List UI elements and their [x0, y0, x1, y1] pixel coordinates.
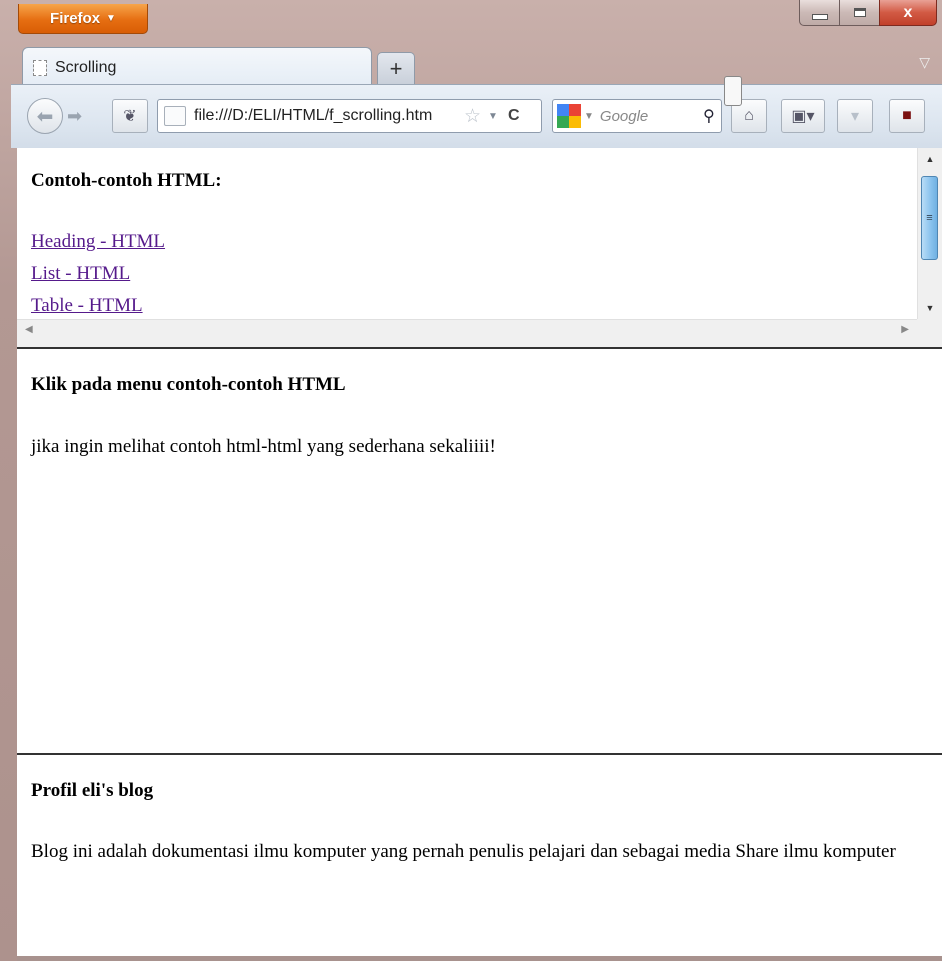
- downloads-icon: ▾: [850, 108, 860, 125]
- search-icon[interactable]: ⚲: [703, 106, 715, 126]
- frame-bottom: Profil eli's blog Blog ini adalah dokume…: [17, 755, 942, 956]
- downloads-button[interactable]: ▾: [837, 99, 873, 133]
- scrollbar-corner: [917, 319, 942, 347]
- link-table-html[interactable]: Table - HTML: [31, 295, 143, 317]
- search-engine-dropdown-icon[interactable]: ▼: [584, 111, 594, 122]
- frameset: Contoh-contoh HTML: Heading - HTML List …: [17, 148, 942, 956]
- tooltip-handle: [724, 76, 742, 106]
- frame-top-content: Contoh-contoh HTML: Heading - HTML List …: [17, 148, 917, 319]
- minimize-icon: [811, 13, 828, 20]
- frame-bottom-heading: Profil eli's blog: [31, 780, 154, 801]
- horizontal-scrollbar[interactable]: ◀ ▶: [17, 319, 917, 347]
- close-button[interactable]: x: [879, 0, 937, 26]
- back-icon: ⬅: [36, 105, 54, 128]
- title-bar: Firefox ▼ x: [0, 0, 942, 42]
- vertical-scrollbar[interactable]: ▲ ≡ ▼: [917, 148, 942, 319]
- forward-icon[interactable]: ➡: [67, 106, 82, 127]
- reload-icon[interactable]: C: [508, 107, 520, 125]
- identity-icon: ❦: [123, 108, 137, 125]
- back-button[interactable]: ⬅: [27, 98, 63, 134]
- tab-title: Scrolling: [55, 59, 117, 76]
- url-bar[interactable]: file:///D:/ELI/HTML/f_scrolling.htm ☆ ▼ …: [157, 99, 542, 133]
- bookmarks-icon: ▣▾: [791, 108, 815, 125]
- chevron-down-icon: ▼: [106, 13, 116, 24]
- vertical-scroll-thumb[interactable]: ≡: [921, 176, 938, 260]
- close-icon: x: [903, 3, 913, 21]
- firefox-menu-label: Firefox: [50, 10, 101, 27]
- search-input[interactable]: Google: [600, 108, 703, 125]
- list-all-tabs-icon[interactable]: ▽: [919, 54, 930, 71]
- firefox-menu-button[interactable]: Firefox ▼: [18, 4, 148, 34]
- minimize-button[interactable]: [799, 0, 839, 26]
- browser-window: Firefox ▼ x Scrolling + ▽ ⬅ ➡ ❦ file:///…: [0, 0, 942, 961]
- url-text: file:///D:/ELI/HTML/f_scrolling.htm: [194, 107, 433, 124]
- window-bottom-border: [17, 956, 942, 961]
- home-icon: ⌂: [744, 107, 754, 124]
- addon-button[interactable]: ■: [889, 99, 925, 133]
- frame-middle: Klik pada menu contoh-contoh HTML jika i…: [17, 349, 942, 755]
- scroll-left-icon[interactable]: ◀: [25, 324, 33, 335]
- frame-bottom-text: Blog ini adalah dokumentasi ilmu kompute…: [31, 841, 896, 862]
- tab-bar: Scrolling + ▽: [0, 42, 942, 88]
- site-identity-icon: [164, 106, 186, 126]
- frame-top-heading: Contoh-contoh HTML:: [31, 170, 222, 191]
- window-controls: x: [799, 0, 937, 30]
- scroll-down-icon[interactable]: ▼: [918, 299, 942, 317]
- history-dropdown-icon[interactable]: ▼: [488, 111, 498, 122]
- bookmark-star-icon[interactable]: ☆: [464, 105, 481, 128]
- maximize-icon: [853, 8, 866, 17]
- bookmarks-button[interactable]: ▣▾: [781, 99, 825, 133]
- frame-middle-text: jika ingin melihat contoh html-html yang…: [31, 436, 496, 457]
- frame-middle-heading: Klik pada menu contoh-contoh HTML: [31, 374, 346, 395]
- link-heading-html[interactable]: Heading - HTML: [31, 231, 165, 253]
- maximize-button[interactable]: [839, 0, 879, 26]
- scroll-right-icon[interactable]: ▶: [901, 324, 909, 335]
- search-bar[interactable]: ▼ Google ⚲: [552, 99, 722, 133]
- back-forward-group: ⬅ ➡: [27, 98, 109, 134]
- tab-scrolling[interactable]: Scrolling: [22, 47, 372, 88]
- link-list-html[interactable]: List - HTML: [31, 263, 130, 285]
- identity-button[interactable]: ❦: [112, 99, 148, 133]
- scroll-up-icon[interactable]: ▲: [918, 150, 942, 168]
- new-tab-icon: +: [389, 55, 403, 81]
- new-tab-button[interactable]: +: [377, 52, 415, 84]
- google-icon[interactable]: [557, 104, 581, 128]
- page-icon: [33, 60, 47, 76]
- addon-icon: ■: [902, 107, 912, 124]
- navigation-toolbar: ⬅ ➡ ❦ file:///D:/ELI/HTML/f_scrolling.ht…: [11, 84, 942, 148]
- frame-top: Contoh-contoh HTML: Heading - HTML List …: [17, 148, 942, 349]
